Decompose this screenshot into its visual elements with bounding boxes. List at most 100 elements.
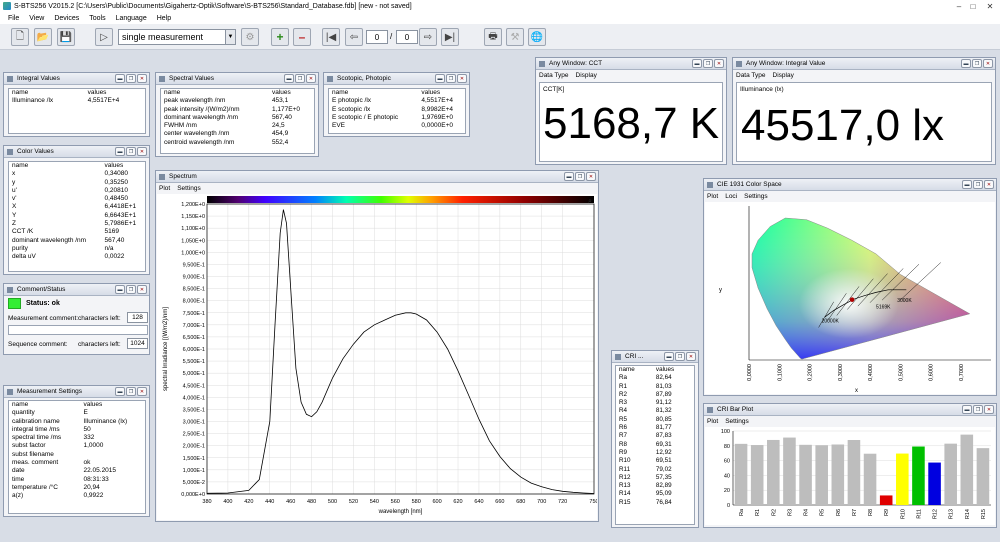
table-row[interactable]: spectral time /ms 332 xyxy=(9,434,145,442)
cri-bar-menu-plot[interactable]: Plot xyxy=(707,418,718,425)
menu-file[interactable]: File xyxy=(3,15,24,22)
table-row[interactable]: R8 69,31 xyxy=(616,441,694,449)
cri-bar-menu-settings[interactable]: Settings xyxy=(725,418,749,425)
panel-minimize-icon[interactable]: ▬ xyxy=(962,180,972,189)
spectrum-menu-plot[interactable]: Plot xyxy=(159,185,170,192)
panel-minimize-icon[interactable]: ▬ xyxy=(115,285,125,294)
export-icon[interactable]: 🖶 xyxy=(484,28,502,46)
tools-icon[interactable]: ⚒ xyxy=(506,28,524,46)
table-row[interactable]: R7 87,83 xyxy=(616,432,694,440)
panel-close-icon[interactable]: ✕ xyxy=(984,180,994,189)
panel-restore-icon[interactable]: ❐ xyxy=(446,74,456,83)
panel-restore-icon[interactable]: ❐ xyxy=(973,405,983,414)
play-measure-icon[interactable]: ▷ xyxy=(95,28,113,46)
globe-icon[interactable]: 🌐 xyxy=(528,28,546,46)
table-row[interactable]: subst filename xyxy=(9,451,145,459)
table-row[interactable]: u' 0,20810 xyxy=(9,187,145,195)
panel-minimize-icon[interactable]: ▬ xyxy=(284,74,294,83)
table-row[interactable]: R15 76,84 xyxy=(616,499,694,507)
table-row[interactable]: R9 12,92 xyxy=(616,449,694,457)
table-row[interactable]: R4 81,32 xyxy=(616,407,694,415)
table-row[interactable]: FWHM /nm 24,5 xyxy=(161,122,314,130)
menu-help[interactable]: Help xyxy=(152,15,176,22)
panel-minimize-icon[interactable]: ▬ xyxy=(692,59,702,68)
measurement-comment-input[interactable] xyxy=(8,325,148,335)
table-row[interactable]: center wavelength /nm 454,9 xyxy=(161,130,314,138)
panel-restore-icon[interactable]: ❐ xyxy=(703,59,713,68)
cie-chart[interactable]: 0,0000 0,1000 0,2000 0,3000 0,4000 0,5000 0,60… xyxy=(705,202,995,394)
table-row[interactable]: Illuminance /lx 4,5517E+4 xyxy=(9,97,145,105)
measurement-mode-select[interactable]: single measurement ▼ xyxy=(118,29,236,45)
panel-close-icon[interactable]: ✕ xyxy=(983,59,993,68)
table-row[interactable]: R5 80,85 xyxy=(616,416,694,424)
add-button[interactable]: + xyxy=(271,28,289,46)
panel-minimize-icon[interactable]: ▬ xyxy=(961,59,971,68)
close-icon[interactable]: ✕ xyxy=(980,0,1000,13)
table-row[interactable]: centroid wavelength /nm 552,4 xyxy=(161,139,314,147)
panel-close-icon[interactable]: ✕ xyxy=(137,285,147,294)
panel-close-icon[interactable]: ✕ xyxy=(137,74,147,83)
panel-minimize-icon[interactable]: ▬ xyxy=(115,74,125,83)
panel-close-icon[interactable]: ✕ xyxy=(306,74,316,83)
table-row[interactable]: calibration name Illuminance (lx) xyxy=(9,418,145,426)
table-row[interactable]: time 08:31:33 xyxy=(9,476,145,484)
panel-close-icon[interactable]: ✕ xyxy=(137,147,147,156)
minimize-icon[interactable]: – xyxy=(952,0,966,13)
table-row[interactable]: meas. comment ok xyxy=(9,459,145,467)
prev-page-icon[interactable]: ⇦ xyxy=(345,28,363,46)
table-row[interactable]: Y 6,6643E+1 xyxy=(9,212,145,220)
table-row[interactable]: R14 95,09 xyxy=(616,490,694,498)
panel-close-icon[interactable]: ✕ xyxy=(686,352,696,361)
table-row[interactable]: R10 69,51 xyxy=(616,457,694,465)
table-row[interactable]: R6 81,77 xyxy=(616,424,694,432)
table-row[interactable]: temperature /°C 20,94 xyxy=(9,484,145,492)
table-row[interactable]: E scotopic /lx 8,9982E+4 xyxy=(329,106,465,114)
table-row[interactable]: Ra 82,64 xyxy=(616,374,694,382)
panel-restore-icon[interactable]: ❐ xyxy=(126,74,136,83)
table-row[interactable]: dominant wavelength /nm 567,40 xyxy=(161,114,314,122)
cri-bar-chart[interactable]: 0 20 40 60 80 100 Ra R1 R2 R3 R4 R5 R6 R7 R8 R9 R10 R11 R1… xyxy=(705,427,995,525)
last-page-icon[interactable]: ▶| xyxy=(441,28,459,46)
table-row[interactable]: y 0,35250 xyxy=(9,179,145,187)
panel-minimize-icon[interactable]: ▬ xyxy=(564,172,574,181)
panel-minimize-icon[interactable]: ▬ xyxy=(115,147,125,156)
panel-close-icon[interactable]: ✕ xyxy=(137,387,147,396)
panel-close-icon[interactable]: ✕ xyxy=(586,172,596,181)
new-file-icon[interactable]: 🗋 xyxy=(11,28,29,46)
next-page-icon[interactable]: ⇨ xyxy=(419,28,437,46)
panel-close-icon[interactable]: ✕ xyxy=(457,74,467,83)
panel-restore-icon[interactable]: ❐ xyxy=(126,387,136,396)
panel-minimize-icon[interactable]: ▬ xyxy=(435,74,445,83)
table-row[interactable]: peak wavelength /nm 453,1 xyxy=(161,97,314,105)
panel-restore-icon[interactable]: ❐ xyxy=(126,285,136,294)
menu-language[interactable]: Language xyxy=(111,15,152,22)
table-row[interactable]: a(z) 0,9922 xyxy=(9,492,145,500)
table-row[interactable]: R12 57,35 xyxy=(616,474,694,482)
table-row[interactable]: E scotopic / E photopic 1,9769E+0 xyxy=(329,114,465,122)
panel-minimize-icon[interactable]: ▬ xyxy=(962,405,972,414)
open-folder-icon[interactable]: 📂 xyxy=(34,28,52,46)
maximize-icon[interactable]: □ xyxy=(966,0,980,13)
table-row[interactable]: R11 79,02 xyxy=(616,466,694,474)
cie-menu-settings[interactable]: Settings xyxy=(744,193,768,200)
table-row[interactable]: delta uV 0,0022 xyxy=(9,253,145,261)
illum-menu-datatype[interactable]: Data Type xyxy=(736,72,766,79)
spectrum-chart[interactable]: ⌕0,000E+05,000E-21,000E-11,500E-12,000E-… xyxy=(157,194,597,520)
table-row[interactable]: Z 5,7986E+1 xyxy=(9,220,145,228)
chevron-down-icon[interactable]: ▼ xyxy=(225,30,235,44)
table-row[interactable]: EVE 0,0000E+0 xyxy=(329,122,465,130)
page-current[interactable]: 0 xyxy=(366,30,388,44)
table-row[interactable]: quantity E xyxy=(9,409,145,417)
panel-minimize-icon[interactable]: ▬ xyxy=(115,387,125,396)
panel-restore-icon[interactable]: ❐ xyxy=(295,74,305,83)
cie-menu-loci[interactable]: Loci xyxy=(725,193,737,200)
panel-restore-icon[interactable]: ❐ xyxy=(973,180,983,189)
gear-icon[interactable]: ⚙ xyxy=(241,28,259,46)
cie-menu-plot[interactable]: Plot xyxy=(707,193,718,200)
illum-menu-display[interactable]: Display xyxy=(773,72,794,79)
panel-minimize-icon[interactable]: ▬ xyxy=(664,352,674,361)
remove-button[interactable]: – xyxy=(293,28,311,46)
panel-restore-icon[interactable]: ❐ xyxy=(126,147,136,156)
menu-view[interactable]: View xyxy=(24,15,49,22)
table-row[interactable]: R13 82,89 xyxy=(616,482,694,490)
